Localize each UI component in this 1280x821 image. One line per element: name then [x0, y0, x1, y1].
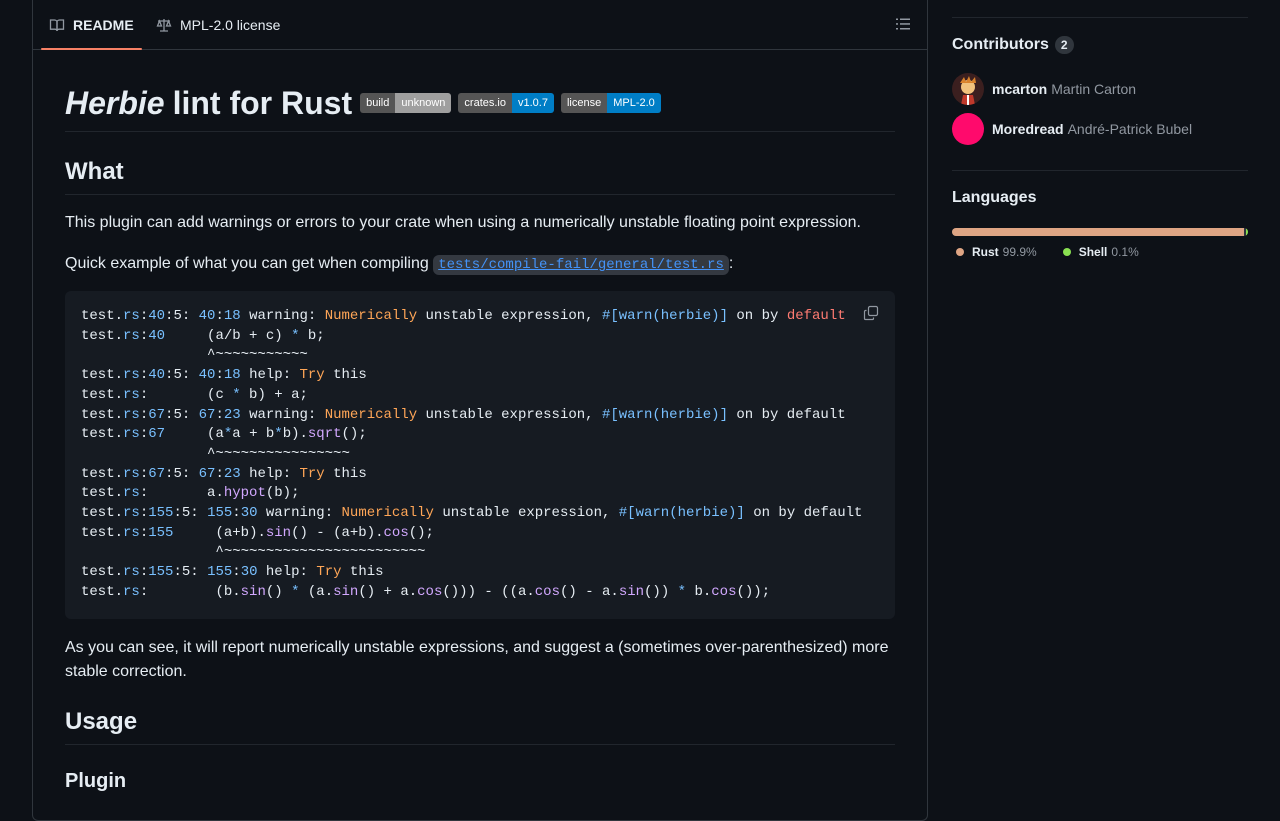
- code-line: test.rs: (c * b) + a;: [81, 386, 308, 403]
- quick-example-paragraph: Quick example of what you can get when c…: [65, 252, 895, 277]
- code-line: test.rs:67:5: 67:23 warning: Numerically…: [81, 406, 846, 423]
- contributor-name: André-Patrick Bubel: [1067, 121, 1193, 137]
- contributor-login: mcarton: [992, 81, 1048, 97]
- after-code-paragraph: As you can see, it will report numerical…: [65, 639, 889, 680]
- tab-license[interactable]: MPL-2.0 license: [148, 0, 288, 49]
- code-line: ^~~~~~~~~~~~~~~~~~~~~~~~~: [81, 544, 426, 561]
- language-color-dot: [1062, 248, 1071, 256]
- test-file-link[interactable]: tests/compile-fail/general/test.rs: [433, 255, 729, 275]
- language-list: Rust 99.9% Shell 0.1%: [952, 245, 1161, 259]
- tab-license-label: MPL-2.0 license: [180, 16, 281, 33]
- badge-label: crates.io: [458, 93, 512, 113]
- build-badge[interactable]: build unknown: [360, 93, 452, 113]
- readme-tabbar: README MPL-2.0 license: [33, 0, 927, 50]
- code-line: test.rs:40 (a/b + c) * b;: [81, 327, 325, 344]
- contributor-name: Martin Carton: [1051, 81, 1137, 97]
- quick-example-text: Quick example of what you can get when c…: [65, 255, 429, 272]
- language-name: Rust: [972, 245, 999, 259]
- code-line: test.rs:155:5: 155:30 warning: Numerical…: [81, 505, 863, 522]
- contributors-heading[interactable]: Contributors 2: [952, 36, 1074, 54]
- avatar: [952, 113, 984, 145]
- code-line: test.rs: a.hypot(b);: [81, 485, 300, 502]
- law-scale-icon: [156, 18, 172, 32]
- code-line: test.rs:67:5: 67:23 help: Try this: [81, 465, 367, 482]
- outline-list-icon[interactable]: [895, 16, 911, 32]
- language-item-shell[interactable]: Shell 0.1%: [1059, 245, 1139, 259]
- divider: [952, 170, 1248, 171]
- code-line: test.rs:67 (a*a + b*b).sqrt();: [81, 426, 367, 443]
- contributors-heading-label: Contributors: [952, 36, 1049, 53]
- copy-icon[interactable]: [863, 305, 879, 321]
- tab-readme[interactable]: README: [41, 0, 142, 50]
- code-block: test.rs:40:5: 40:18 warning: Numerically…: [65, 291, 895, 619]
- code-line: test.rs:40:5: 40:18 help: Try this: [81, 367, 367, 384]
- divider: [952, 17, 1248, 18]
- language-name: Shell: [1078, 245, 1108, 259]
- language-bar: [952, 228, 1248, 236]
- code-line: ^~~~~~~~~~~~~~~~~: [81, 445, 350, 462]
- badge-value: MPL-2.0: [607, 93, 661, 113]
- compiler-output: test.rs:40:5: 40:18 warning: Numerically…: [81, 307, 862, 603]
- code-line: test.rs:40:5: 40:18 warning: Numerically…: [81, 308, 846, 324]
- badge-value: v1.0.7: [512, 93, 554, 113]
- code-line: test.rs: (b.sin() * (a.sin() + a.cos()))…: [81, 583, 771, 600]
- language-bar-segment-rust: [952, 228, 1244, 236]
- title-text: lint for Rust: [172, 85, 353, 121]
- heading-plugin: Plugin: [65, 770, 127, 792]
- what-paragraph: This plugin can add warnings or errors t…: [65, 214, 861, 231]
- book-icon: [49, 18, 65, 31]
- heading-usage: Usage: [65, 708, 895, 745]
- quick-example-colon: :: [728, 255, 734, 272]
- license-badge[interactable]: license MPL-2.0: [560, 93, 661, 113]
- contributors-count: 2: [1054, 36, 1074, 54]
- heading-what: What: [65, 158, 895, 195]
- contributor-login: Moredread: [992, 121, 1064, 137]
- avatar: [952, 73, 984, 105]
- readme-panel: README MPL-2.0 license Herbie lint for R…: [32, 0, 928, 821]
- contributor-item[interactable]: mcarton Martin Carton: [952, 73, 1136, 105]
- language-bar-segment-shell: [1246, 228, 1248, 236]
- crates-badge[interactable]: crates.io v1.0.7: [458, 93, 554, 113]
- language-percent: 99.9%: [1002, 245, 1037, 259]
- language-item-rust[interactable]: Rust 99.9%: [952, 245, 1037, 259]
- code-line: test.rs:155:5: 155:30 help: Try this: [81, 564, 384, 581]
- contributor-item[interactable]: Moredread André-Patrick Bubel: [952, 113, 1192, 145]
- code-line: ^~~~~~~~~~~~: [81, 347, 308, 364]
- title-emphasis: Herbie: [65, 85, 165, 121]
- readme-title: Herbie lint for Rust build unknown crate…: [65, 83, 895, 132]
- code-line: test.rs:155 (a+b).sin() - (a+b).cos();: [81, 524, 434, 541]
- language-color-dot: [956, 248, 964, 256]
- badge-value: unknown: [395, 93, 452, 113]
- badge-label: build: [360, 93, 396, 113]
- language-percent: 0.1%: [1111, 245, 1139, 259]
- tab-readme-label: README: [73, 16, 134, 33]
- languages-heading: Languages: [952, 189, 1037, 206]
- badge-label: license: [560, 93, 608, 113]
